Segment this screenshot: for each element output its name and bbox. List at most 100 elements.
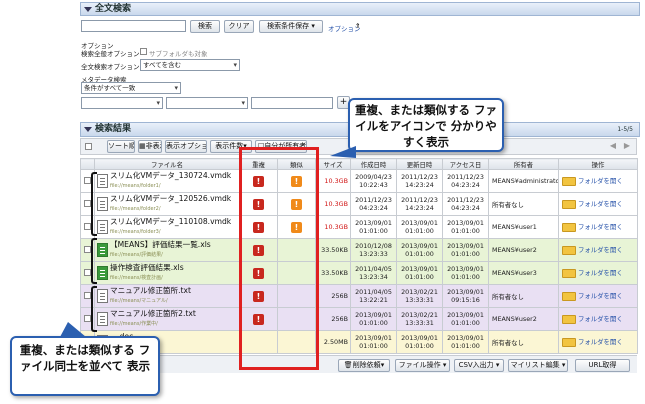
header-filename[interactable]: ファイル名 [94, 158, 240, 170]
action-cell[interactable]: フォルダを開く [558, 284, 638, 308]
get-url-button[interactable]: URL取得 [575, 359, 630, 372]
table-row[interactable]: スリム化VMデータ_110108.vmdk file://means/folder… [80, 215, 638, 239]
metadata-match-select[interactable]: 条件がすべて一致 [81, 82, 181, 94]
row-checkbox[interactable] [84, 199, 91, 207]
subfolder-checkbox[interactable] [140, 48, 147, 55]
metadata-field-select[interactable] [81, 97, 163, 109]
delete-request-button[interactable]: 🗑削除依頼▾ [338, 359, 390, 372]
row-checkbox[interactable] [84, 245, 91, 253]
owner-cell: MEANS¥user2 [488, 238, 559, 262]
row-checkbox[interactable] [84, 291, 91, 299]
table-row[interactable]: スリム化VMデータ_120526.vmdk file://means/folder… [80, 192, 638, 216]
filename[interactable]: スリム化VMデータ_130724.vmdk [110, 171, 231, 180]
select-all-checkbox[interactable] [85, 143, 92, 150]
save-conditions-button[interactable]: 検索条件保存 ▾ [259, 20, 323, 33]
filename[interactable]: 操作検査評価結果.xls [110, 263, 184, 272]
open-folder-link[interactable]: フォルダを開く [578, 246, 623, 254]
owner-cell: MEANS¥user1 [488, 215, 559, 239]
created-cell: 2013/09/01 01:01:00 [350, 330, 397, 354]
open-folder-link[interactable]: フォルダを開く [578, 315, 623, 323]
next-page-icon[interactable]: ▶ [624, 141, 630, 150]
csv-io-button[interactable]: CSV入出力 ▾ [454, 359, 504, 372]
filename[interactable]: マニュアル修正箇所2.txt [110, 309, 196, 318]
header-size[interactable]: サイズ [315, 158, 351, 170]
filename-cell[interactable]: スリム化VMデータ_110108.vmdk file://means/folder… [94, 215, 240, 239]
updated-value: 2013/09/01 01:01:00 [401, 242, 438, 258]
results-table: ファイル名 重複 類似 サイズ 作成日時 更新日時 アクセス日 所有者 操作 ス… [80, 158, 638, 354]
action-cell[interactable]: フォルダを開く [558, 330, 638, 354]
created-value: 2011/12/23 04:23:24 [355, 196, 392, 212]
results-count: 1-5/5 [617, 126, 633, 133]
prev-page-icon[interactable]: ◀ [610, 141, 616, 150]
filename-cell[interactable]: スリム化VMデータ_120526.vmdk file://means/folder… [94, 192, 240, 216]
header-updated[interactable]: 更新日時 [396, 158, 443, 170]
open-folder-link[interactable]: フォルダを開く [578, 292, 623, 300]
metadata-operator-select[interactable] [166, 97, 248, 109]
filename[interactable]: スリム化VMデータ_120526.vmdk [110, 194, 231, 203]
row-checkbox[interactable] [84, 268, 91, 276]
open-folder-link[interactable]: フォルダを開く [578, 200, 623, 208]
header-owner[interactable]: 所有者 [488, 158, 559, 170]
file-icon [97, 174, 108, 188]
updated-cell: 2013/02/21 13:33:31 [396, 284, 443, 308]
filename-cell[interactable]: マニュアル修正箇所2.txt file://means/作業中/ [94, 307, 240, 331]
callout-top-pointer [330, 146, 356, 158]
open-folder-link[interactable]: フォルダを開く [578, 177, 623, 185]
open-folder-link[interactable]: フォルダを開く [578, 338, 623, 346]
double-up-arrow-icon[interactable]: ⇑ [355, 22, 360, 30]
open-folder-link[interactable]: フォルダを開く [578, 269, 623, 277]
table-row[interactable]: スリム化VMデータ_130724.vmdk file://means/folder… [80, 169, 638, 193]
non-display-button[interactable]: ▦非表示 [138, 140, 162, 153]
filename[interactable]: スリム化VMデータ_110108.vmdk [110, 217, 231, 226]
owner-cell: MEANS¥user2 [488, 307, 559, 331]
display-options-button[interactable]: 表示オプション▾ [165, 140, 207, 153]
group-bracket-vmdk [91, 172, 97, 236]
updated-cell: 2011/12/23 14:23:24 [396, 192, 443, 216]
clear-button[interactable]: クリア [224, 20, 254, 33]
header-accessed[interactable]: アクセス日 [442, 158, 489, 170]
owner-cell: 所有者なし [488, 192, 559, 216]
collapse-triangle-icon[interactable] [84, 7, 92, 12]
fulltext-search-header[interactable]: 全文検索 [80, 2, 640, 16]
action-cell[interactable]: フォルダを開く [558, 169, 638, 193]
action-cell[interactable]: フォルダを開く [558, 261, 638, 285]
file-operation-button[interactable]: ファイル操作 ▾ [395, 359, 450, 372]
action-cell[interactable]: フォルダを開く [558, 192, 638, 216]
table-row[interactable]: マニュアル修正箇所2.txt file://means/作業中/! 256B 2013… [80, 307, 638, 331]
accessed-cell: 2013/09/01 09:15:16 [442, 284, 489, 308]
table-row[interactable]: マニュアル修正箇所.txt file://means/マニュアル/! 256B 201… [80, 284, 638, 308]
open-folder-link[interactable]: フォルダを開く [578, 223, 623, 231]
table-row[interactable]: ....docfile://means/契約書/2.50MB2013/09/01… [80, 330, 638, 354]
action-cell[interactable]: フォルダを開く [558, 307, 638, 331]
table-row[interactable]: 【MEANS】評価結果一覧.xls file://means/評価結果/! 33.5… [80, 238, 638, 262]
filename-cell[interactable]: 【MEANS】評価結果一覧.xls file://means/評価結果/ [94, 238, 240, 262]
sort-button[interactable]: ソート順▾ [107, 140, 135, 153]
display-options-label: 表示オプション [166, 142, 206, 150]
table-row[interactable]: 操作検査評価結果.xls file://means/検査計画/! 33.50KB 20… [80, 261, 638, 285]
filename-cell[interactable]: マニュアル修正箇所.txt file://means/マニュアル/ [94, 284, 240, 308]
header-created[interactable]: 作成日時 [350, 158, 397, 170]
accessed-cell: 2011/12/23 04:23:24 [442, 169, 489, 193]
fulltext-option-select[interactable]: すべてを含む [140, 59, 240, 71]
row-checkbox[interactable] [84, 176, 91, 184]
action-cell[interactable]: フォルダを開く [558, 238, 638, 262]
accessed-cell: 2013/09/01 01:01:00 [442, 215, 489, 239]
metadata-value-input[interactable] [251, 97, 333, 109]
filename-cell[interactable]: 操作検査評価結果.xls file://means/検査計画/ [94, 261, 240, 285]
search-input[interactable] [81, 20, 186, 32]
fulltext-option-label: 全文検索オプション [81, 63, 140, 71]
updated-cell: 2013/02/21 13:33:31 [396, 307, 443, 331]
row-checkbox[interactable] [84, 222, 91, 230]
search-button[interactable]: 検索 [190, 20, 220, 33]
size-cell: 10.3GB [315, 192, 351, 216]
mylist-edit-button[interactable]: マイリスト編集 ▾ [508, 359, 568, 372]
action-cell[interactable]: フォルダを開く [558, 215, 638, 239]
created-value: 2013/09/01 01:01:00 [355, 311, 392, 327]
collapse-triangle-icon[interactable] [84, 127, 92, 132]
filename-cell[interactable]: スリム化VMデータ_130724.vmdk file://means/folder… [94, 169, 240, 193]
filename[interactable]: マニュアル修正箇所.txt [110, 286, 191, 295]
row-checkbox[interactable] [84, 314, 91, 322]
updated-value: 2013/09/01 01:01:00 [401, 334, 438, 350]
accessed-cell: 2013/09/01 01:01:00 [442, 261, 489, 285]
filename[interactable]: 【MEANS】評価結果一覧.xls [110, 240, 211, 249]
